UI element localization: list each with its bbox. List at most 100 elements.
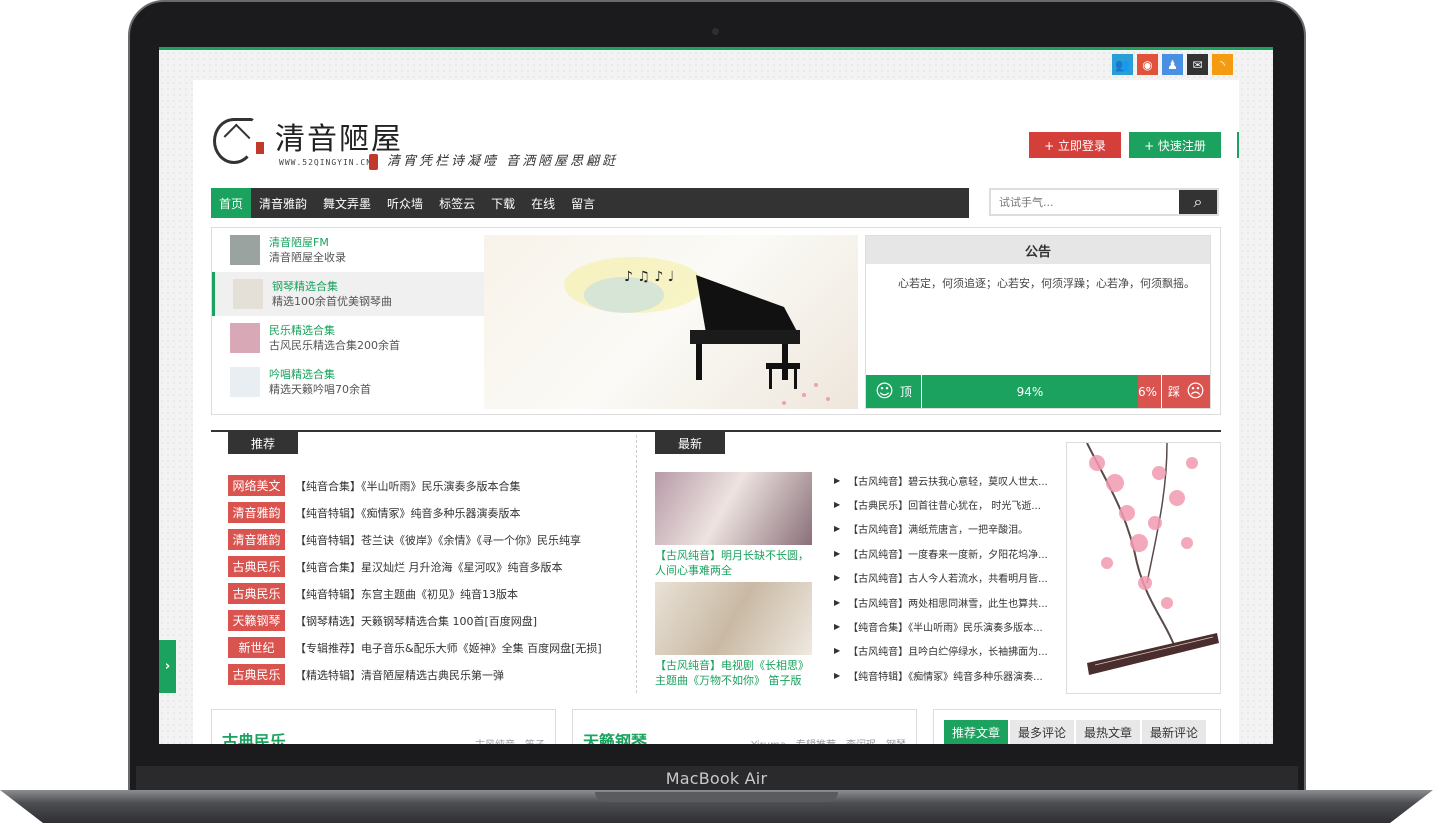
- album-title: 钢琴精选合集: [272, 279, 338, 293]
- nav-item-writing[interactable]: 舞文弄墨: [315, 188, 379, 218]
- list-item[interactable]: ▶ 【古风纯音】满纸荒唐言，一把辛酸泪。: [834, 517, 1056, 541]
- side-banner-image[interactable]: [1066, 442, 1221, 694]
- article-link[interactable]: 【纯音合集】星汉灿烂 月升沧海《星河叹》纯音多版本: [295, 559, 563, 575]
- category-tag[interactable]: 古典民乐: [228, 664, 285, 685]
- card-tags: 古风纯音，笛子: [475, 736, 545, 744]
- register-button[interactable]: + 快速注册: [1129, 132, 1221, 158]
- vote-up-button[interactable]: ☺ 顶 94%: [866, 375, 1138, 408]
- article-link[interactable]: 【古典民乐】回首往昔心犹在， 时光飞逝...: [848, 497, 1041, 512]
- album-list: 清音陋屋FM 清音陋屋全收录 钢琴精选合集 精选100余首优美钢琴曲 民乐精选合集古…: [212, 228, 484, 414]
- category-tag[interactable]: 新世纪: [228, 637, 285, 658]
- category-tag[interactable]: 清音雅韵: [228, 529, 285, 550]
- nav-item-home[interactable]: 首页: [211, 188, 252, 218]
- list-item[interactable]: ▶ 【古风纯音】古人今人若流水，共看明月皆...: [834, 566, 1056, 590]
- list-item[interactable]: 天籁钢琴 【钢琴精选】天籁钢琴精选合集 100首[百度网盘]: [228, 607, 628, 634]
- vote-down-percent: 6%: [1138, 384, 1158, 399]
- category-tag[interactable]: 古典民乐: [228, 556, 285, 577]
- album-item[interactable]: 钢琴精选合集 精选100余首优美钢琴曲: [212, 272, 484, 316]
- latest-thumbnail[interactable]: [655, 472, 812, 545]
- album-item[interactable]: 清音陋屋FM 清音陋屋全收录: [212, 228, 484, 272]
- site-title[interactable]: 清音陋屋: [275, 114, 403, 158]
- nav-item-download[interactable]: 下载: [483, 188, 523, 218]
- list-item[interactable]: 古典民乐 【纯音合集】星汉灿烂 月升沧海《星河叹》纯音多版本: [228, 553, 628, 580]
- album-thumb: [230, 323, 260, 353]
- frown-icon: ☹: [1186, 381, 1205, 402]
- article-link[interactable]: 【古风纯音】满纸荒唐言，一把辛酸泪。: [848, 521, 1028, 536]
- article-link[interactable]: 【纯音特辑】苍兰诀《彼岸》《余情》《寻一个你》民乐纯享: [295, 532, 581, 548]
- article-link[interactable]: 【古风纯音】两处相思同淋雪，此生也算共...: [848, 595, 1048, 610]
- list-item[interactable]: ▶ 【古风纯音】两处相思同淋雪，此生也算共...: [834, 590, 1056, 614]
- banner-image[interactable]: ♪ ♫ ♪ ♩: [484, 235, 858, 409]
- tab-recommend[interactable]: 推荐: [228, 432, 298, 454]
- article-link[interactable]: 【纯音合集】《半山听雨》民乐演奏多版本合集: [295, 478, 521, 494]
- friends-icon[interactable]: 👥: [1112, 54, 1133, 75]
- bullet-icon: ▶: [834, 622, 841, 632]
- vote-down-button[interactable]: 6% 踩 ☹: [1138, 375, 1210, 408]
- nav-item-tags[interactable]: 标签云: [431, 188, 483, 218]
- album-desc: 古风民乐精选合集200余首: [269, 338, 400, 352]
- list-item[interactable]: 清音雅韵 【纯音特辑】苍兰诀《彼岸》《余情》《寻一个你》民乐纯享: [228, 526, 628, 553]
- article-link[interactable]: 【精选特辑】清音陋屋精选古典民乐第一弹: [295, 667, 504, 683]
- list-item[interactable]: ▶ 【古风纯音】且吟白纻停绿水，长袖拂面为...: [834, 639, 1056, 663]
- category-tag[interactable]: 天籁钢琴: [228, 610, 285, 631]
- article-link[interactable]: 【纯音特辑】《痴情冢》纯音多种乐器演奏...: [848, 668, 1043, 683]
- nav-item-message[interactable]: 留言: [563, 188, 603, 218]
- list-item[interactable]: 古典民乐 【精选特辑】清音陋屋精选古典民乐第一弹: [228, 661, 628, 688]
- article-link[interactable]: 【古风纯音】一度春来一度新，夕阳花坞净...: [848, 546, 1048, 561]
- article-link[interactable]: 【纯音特辑】东宫主题曲《初见》纯音13版本: [295, 586, 518, 602]
- search-input[interactable]: [991, 190, 1179, 214]
- bullet-icon: ▶: [834, 670, 841, 680]
- tab-latest[interactable]: 最新: [655, 432, 725, 454]
- tab-latest-comments[interactable]: 最新评论: [1142, 720, 1206, 744]
- category-tag[interactable]: 古典民乐: [228, 583, 285, 604]
- list-item[interactable]: ▶ 【古典民乐】回首往昔心犹在， 时光飞逝...: [834, 492, 1056, 516]
- album-item[interactable]: 民乐精选合集 古风民乐精选合集200余首: [212, 316, 484, 360]
- weibo-icon[interactable]: ◉: [1137, 54, 1158, 75]
- album-title: 吟唱精选合集: [269, 367, 335, 381]
- bullet-icon: ▶: [834, 500, 841, 510]
- qq-icon[interactable]: ♟: [1162, 54, 1183, 75]
- album-desc: 清音陋屋全收录: [269, 250, 346, 264]
- chevron-right-icon[interactable]: ›: [159, 640, 176, 693]
- nav-item-online[interactable]: 在线: [523, 188, 563, 218]
- category-tag[interactable]: 清音雅韵: [228, 502, 285, 523]
- tab-recommended-articles[interactable]: 推荐文章: [944, 720, 1008, 744]
- list-item[interactable]: ▶ 【古风纯音】碧云扶我心意轻，莫叹人世太...: [834, 468, 1056, 492]
- list-item[interactable]: 古典民乐 【纯音特辑】东宫主题曲《初见》纯音13版本: [228, 580, 628, 607]
- rss-icon[interactable]: ◝: [1212, 54, 1233, 75]
- search-icon[interactable]: ⌕: [1179, 190, 1217, 214]
- column-divider: [636, 435, 637, 693]
- tab-most-comments[interactable]: 最多评论: [1010, 720, 1074, 744]
- article-link[interactable]: 【专辑推荐】电子音乐&配乐大师《姬神》全集 百度网盘[无损]: [295, 640, 602, 656]
- site-slogan: 清宵凭栏诗凝噎 音洒陋屋思翩跹: [387, 154, 619, 169]
- article-link[interactable]: 【古风纯音】古人今人若流水，共看明月皆...: [848, 570, 1048, 585]
- list-item[interactable]: ▶ 【纯音特辑】《痴情冢》纯音多种乐器演奏...: [834, 663, 1056, 687]
- latest-thumbnail[interactable]: [655, 582, 812, 655]
- login-button[interactable]: + 立即登录: [1029, 132, 1121, 158]
- latest-caption[interactable]: 【古风纯音】电视剧《长相思》主题曲《万物不如你》 笛子版: [655, 658, 815, 688]
- mail-icon[interactable]: ✉: [1187, 54, 1208, 75]
- album-title: 清音陋屋FM: [269, 235, 329, 249]
- nav-item-listeners[interactable]: 听众墙: [379, 188, 431, 218]
- article-link[interactable]: 【纯音合集】《半山听雨》民乐演奏多版本...: [848, 619, 1043, 634]
- list-item[interactable]: 网络美文 【纯音合集】《半山听雨》民乐演奏多版本合集: [228, 472, 628, 499]
- card-title[interactable]: 天籁钢琴: [583, 728, 647, 744]
- card-title[interactable]: 古典民乐: [222, 728, 286, 744]
- list-item[interactable]: ▶ 【古风纯音】一度春来一度新，夕阳花坞净...: [834, 541, 1056, 565]
- tab-hottest[interactable]: 最热文章: [1076, 720, 1140, 744]
- list-item[interactable]: 新世纪 【专辑推荐】电子音乐&配乐大师《姬神》全集 百度网盘[无损]: [228, 634, 628, 661]
- category-card[interactable]: 古典民乐 古风纯音，笛子: [211, 709, 556, 744]
- article-link[interactable]: 【钢琴精选】天籁钢琴精选合集 100首[百度网盘]: [295, 613, 537, 629]
- article-link[interactable]: 【古风纯音】碧云扶我心意轻，莫叹人世太...: [848, 473, 1048, 488]
- article-link[interactable]: 【纯音特辑】《痴情冢》纯音多种乐器演奏版本: [295, 505, 521, 521]
- search-box: ⌕: [989, 188, 1219, 216]
- nav-item-qingyin[interactable]: 清音雅韵: [251, 188, 315, 218]
- list-item[interactable]: ▶ 【纯音合集】《半山听雨》民乐演奏多版本...: [834, 614, 1056, 638]
- album-item[interactable]: 吟唱精选合集 精选天籁吟唱70余首: [212, 360, 484, 404]
- latest-caption[interactable]: 【古风纯音】明月长缺不长圆，人间心事难两全: [655, 548, 815, 578]
- category-tag[interactable]: 网络美文: [228, 475, 285, 496]
- category-card[interactable]: 天籁钢琴 Yiruma，专辑推荐，李闰珉，钢琴: [572, 709, 917, 744]
- list-item[interactable]: 清音雅韵 【纯音特辑】《痴情冢》纯音多种乐器演奏版本: [228, 499, 628, 526]
- camera-dot: [712, 28, 719, 35]
- article-link[interactable]: 【古风纯音】且吟白纻停绿水，长袖拂面为...: [848, 643, 1048, 658]
